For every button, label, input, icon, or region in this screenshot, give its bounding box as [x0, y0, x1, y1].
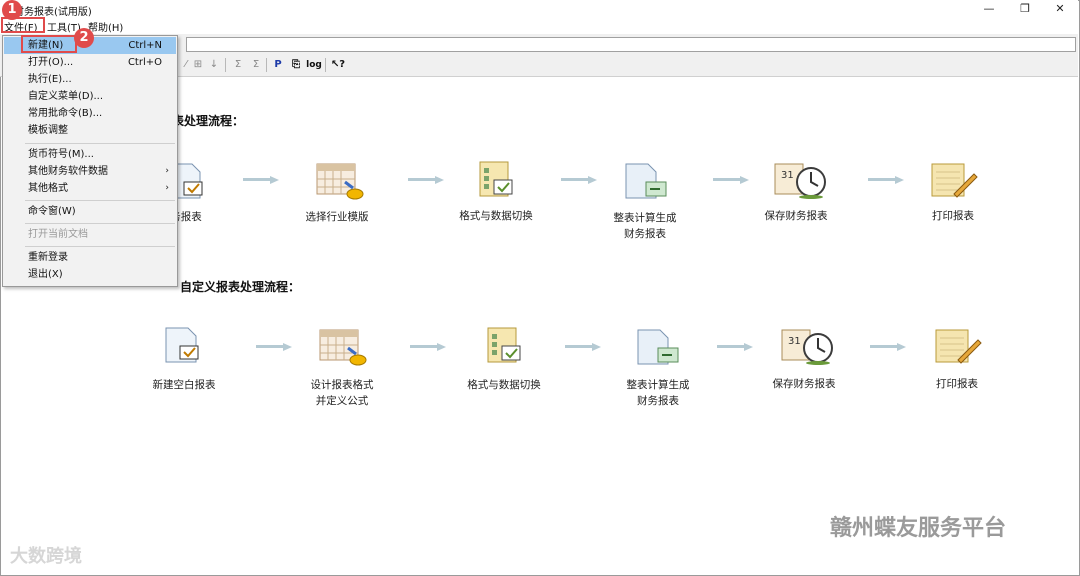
flow1-step3-label: 格式与数据切换	[459, 210, 533, 222]
svg-text:31: 31	[781, 170, 794, 181]
help-pointer-icon[interactable]: ↖?	[329, 58, 347, 72]
toolbar-divider	[266, 58, 267, 72]
flow-arrow	[410, 343, 446, 351]
annotation-badge-2: 2	[74, 28, 94, 48]
watermark-right: 赣州蝶友服务平台	[830, 516, 1007, 541]
close-button[interactable]: ✕	[1043, 0, 1077, 17]
generate-report-icon[interactable]	[624, 162, 668, 202]
flow2-step6-label: 打印报表	[936, 378, 978, 390]
flow1-step6-label: 打印报表	[932, 210, 974, 222]
menu-item-batch-commands[interactable]: 常用批命令(B)...	[4, 105, 176, 122]
flow1-step4-label-line1: 整表计算生成	[613, 212, 677, 224]
flow2-step2-label-line1: 设计报表格式	[310, 379, 374, 391]
menu-item-command-window[interactable]: 命令窗(W)	[4, 203, 176, 220]
menu-separator	[25, 200, 175, 201]
toolbar-divider	[325, 58, 326, 72]
tool-copy-icon[interactable]: ⎘	[288, 58, 304, 72]
menu-item-exit[interactable]: 退出(X)	[4, 266, 176, 283]
title-bar: 财务报表(试用版) — ❐ ✕	[0, 0, 1078, 18]
tool-p-icon[interactable]: P	[270, 58, 286, 72]
checklist-icon[interactable]	[484, 326, 524, 366]
tool-sum2-icon[interactable]: Σ	[248, 58, 264, 72]
checklist-icon[interactable]	[476, 160, 516, 200]
flow2-step4-label-line2: 财务报表	[637, 395, 679, 407]
menu-item-new-shortcut: Ctrl+N	[128, 40, 162, 51]
flow1-title: 表处理流程：	[172, 114, 245, 128]
menu-item-open-label: 打开(O)...	[28, 57, 74, 68]
generate-report-icon[interactable]	[636, 328, 680, 368]
menu-item-template-adjust-label: 模板调整	[28, 125, 68, 136]
menu-help[interactable]: 帮助(H)	[88, 19, 123, 34]
flow-arrow	[713, 176, 749, 184]
menu-item-execute-label: 执行(E)...	[28, 74, 72, 85]
annotation-badge-1: 1	[2, 0, 22, 20]
menu-item-open-shortcut: Ctrl+O	[127, 57, 162, 68]
menu-item-batch-commands-label: 常用批命令(B)...	[28, 108, 103, 119]
calendar-clock-icon[interactable]: 31	[773, 160, 829, 200]
menu-item-template-adjust[interactable]: 模板调整	[4, 122, 176, 139]
flow1-step5-label: 保存财务报表	[764, 210, 828, 222]
toolbar-divider	[225, 58, 226, 72]
minimize-button[interactable]: —	[972, 0, 1006, 17]
print-notepad-icon[interactable]	[928, 160, 978, 200]
flow-arrow	[717, 343, 753, 351]
flow-arrow	[256, 343, 292, 351]
menu-item-open-current-doc-label: 打开当前文档	[28, 229, 88, 240]
formula-input[interactable]	[186, 37, 1076, 52]
flow2-step4-label-line1: 整表计算生成	[626, 379, 690, 391]
menu-item-exit-label: 退出(X)	[28, 269, 63, 280]
flow-arrow	[561, 176, 597, 184]
file-menu-dropdown: 新建(N) Ctrl+N 打开(O)... Ctrl+O 执行(E)... 自定…	[2, 35, 178, 287]
menu-item-open-current-doc[interactable]: 打开当前文档	[4, 226, 176, 243]
menu-item-other-software-data-label: 其他财务软件数据	[28, 166, 108, 177]
restore-button[interactable]: ❐	[1008, 0, 1042, 17]
menu-item-relogin-label: 重新登录	[28, 252, 68, 263]
menu-item-command-window-label: 命令窗(W)	[28, 206, 76, 217]
tool-sort-icon[interactable]: ↓	[206, 58, 222, 72]
menu-separator	[25, 246, 175, 247]
menu-item-currency-symbol[interactable]: 货币符号(M)...	[4, 146, 176, 163]
menu-item-custom-menu-label: 自定义菜单(D)...	[28, 91, 104, 102]
print-notepad-icon[interactable]	[932, 326, 982, 366]
menu-bar: 文件(F) 工具(T) 帮助(H)	[0, 17, 1078, 34]
template-calendar-icon[interactable]	[318, 326, 368, 368]
flow-arrow	[243, 176, 279, 184]
submenu-arrow-icon: ›	[165, 183, 169, 193]
flow-arrow	[868, 176, 904, 184]
tool-log-icon[interactable]: log	[305, 58, 323, 72]
flow2-step5-label: 保存财务报表	[772, 378, 836, 390]
flow2-step1-label: 新建空白报表	[152, 379, 216, 391]
calendar-clock-icon[interactable]: 31	[780, 326, 836, 366]
flow2-step3-label: 格式与数据切换	[467, 379, 541, 391]
menu-item-relogin[interactable]: 重新登录	[4, 249, 176, 266]
tool-sum-icon[interactable]: Σ	[230, 58, 246, 72]
flow-arrow	[870, 343, 906, 351]
menu-separator	[25, 223, 175, 224]
flow1-step4-label-line2: 财务报表	[624, 228, 666, 240]
svg-text:31: 31	[788, 336, 801, 347]
menu-item-other-formats-label: 其他格式	[28, 183, 68, 194]
menu-item-other-software-data[interactable]: 其他财务软件数据 ›	[4, 163, 176, 180]
menu-item-custom-menu[interactable]: 自定义菜单(D)...	[4, 88, 176, 105]
menu-separator	[25, 143, 175, 144]
template-calendar-icon[interactable]	[315, 160, 365, 202]
flow2-step2-label-line2: 并定义公式	[315, 395, 369, 407]
flow1-step2-label: 选择行业模版	[305, 211, 369, 223]
watermark-left: 大数跨境	[10, 546, 82, 567]
menu-item-open[interactable]: 打开(O)... Ctrl+O	[4, 54, 176, 71]
new-report-icon[interactable]	[164, 326, 204, 364]
menu-item-other-formats[interactable]: 其他格式 ›	[4, 180, 176, 197]
annotation-box-new-item	[21, 35, 77, 53]
flow-arrow	[565, 343, 601, 351]
submenu-arrow-icon: ›	[165, 166, 169, 176]
flow2-title: 自定义报表处理流程：	[180, 280, 301, 294]
menu-item-currency-symbol-label: 货币符号(M)...	[28, 149, 94, 160]
window-title: 财务报表(试用版)	[14, 7, 92, 18]
tool-grid-icon[interactable]: ⊞	[190, 58, 206, 72]
menu-item-execute[interactable]: 执行(E)...	[4, 71, 176, 88]
flow-arrow	[408, 176, 444, 184]
